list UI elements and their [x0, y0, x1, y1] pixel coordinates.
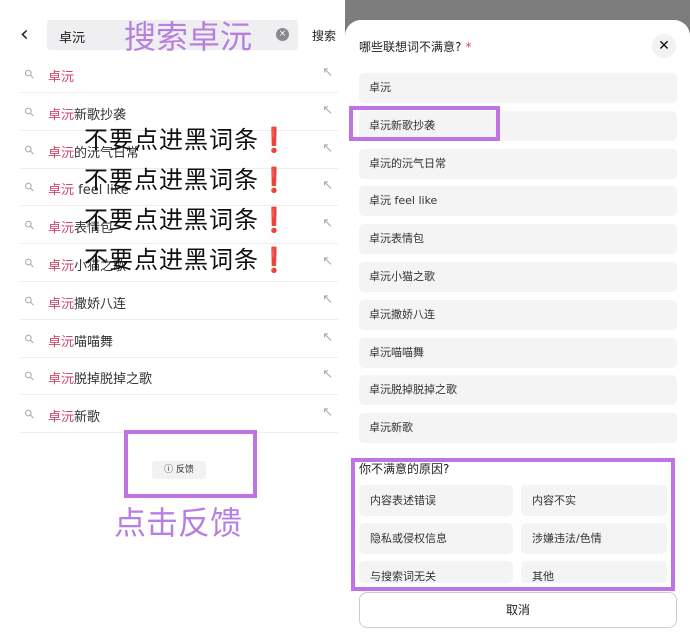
- fill-arrow-icon[interactable]: ↖: [322, 141, 333, 156]
- annotation-search-title: 搜索卓沅: [124, 18, 253, 56]
- suggestion-text: 卓沅喵喵舞: [48, 331, 113, 350]
- fill-arrow-icon[interactable]: ↖: [322, 254, 333, 269]
- suggestion-row[interactable]: ⚲ 卓沅喵喵舞 ↖: [20, 321, 338, 358]
- annotation-highlight-box: [124, 430, 257, 498]
- search-query: 卓沅: [59, 31, 86, 46]
- search-icon: ⚲: [21, 65, 38, 83]
- feedback-screen: 哪些联想词不满意? * ✕ 卓沅 卓沅新歌抄袭 卓沅的沅气日常 卓沅 feel like…: [345, 0, 690, 642]
- warning-text: 不要点进黑词条: [84, 246, 259, 274]
- exclamation-icon: ❗: [259, 166, 290, 194]
- annotation-warning: 不要点进黑词条❗: [84, 200, 290, 235]
- search-icon: ⚲: [21, 368, 38, 385]
- suggestion-option[interactable]: 卓沅新歌: [359, 413, 677, 444]
- warning-text: 不要点进黑词条: [84, 126, 259, 154]
- fill-arrow-icon[interactable]: ↖: [322, 103, 333, 118]
- fill-arrow-icon[interactable]: ↖: [322, 178, 333, 193]
- suggestion-highlight: 卓沅: [48, 183, 75, 199]
- fill-arrow-icon[interactable]: ↖: [322, 65, 333, 80]
- suggestion-option[interactable]: 卓沅 feel like: [359, 186, 677, 217]
- suggestion-row[interactable]: ⚲ 卓沅撒娇八连 ↖: [20, 283, 338, 320]
- suggestion-text: 卓沅撒娇八连: [48, 293, 126, 312]
- annotation-highlight-box: [349, 106, 500, 141]
- suggestion-highlight: 卓沅: [48, 259, 75, 274]
- search-button[interactable]: 搜索: [312, 27, 336, 44]
- suggestion-option[interactable]: 卓沅小猫之歌: [359, 262, 677, 292]
- suggestion-highlight: 卓沅: [48, 372, 75, 388]
- annotation-warning: 不要点进黑词条❗: [84, 240, 290, 275]
- annotation-click-feedback: 点击反馈: [114, 504, 243, 542]
- search-icon: ⚲: [21, 141, 38, 158]
- search-icon: ⚲: [21, 217, 38, 234]
- suggestion-highlight: 卓沅: [48, 107, 75, 123]
- suggestion-highlight: 卓沅: [48, 145, 75, 161]
- search-icon: ⚲: [21, 254, 38, 272]
- annotation-highlight-box: [351, 458, 675, 591]
- fill-arrow-icon[interactable]: ↖: [322, 367, 333, 382]
- suggestion-row[interactable]: ⚲ 卓沅脱掉脱掉之歌 ↖: [20, 358, 338, 396]
- cancel-button[interactable]: 取消: [359, 592, 677, 628]
- search-icon: ⚲: [21, 103, 38, 120]
- suggestion-option[interactable]: 卓沅撒娇八连: [359, 299, 677, 330]
- suggestion-highlight: 卓沅: [48, 410, 75, 426]
- search-screen: ‹ 卓沅 × 搜索 ⚲ 卓沅 ↖ ⚲ 卓沅新歌抄袭 ↖ ⚲ 卓沅的沅气日常 ↖ ⚲ 卓沅 feel …: [0, 0, 345, 642]
- exclamation-icon: ❗: [259, 126, 290, 154]
- suggestion-text: 卓沅新歌: [48, 406, 100, 425]
- suggestion-highlight: 卓沅: [48, 334, 75, 350]
- annotation-warning: 不要点进黑词条❗: [84, 160, 290, 195]
- suggestion-row[interactable]: ⚲ 卓沅新歌 ↖: [20, 396, 338, 434]
- suggestion-option[interactable]: 卓沅表情包: [359, 224, 677, 255]
- suggestion-option[interactable]: 卓沅的沅气日常: [359, 148, 677, 179]
- sheet-title-text: 哪些联想词不满意?: [359, 40, 462, 54]
- annotation-warning: 不要点进黑词条❗: [84, 120, 290, 155]
- search-icon: ⚲: [21, 179, 38, 196]
- suggestion-row[interactable]: ⚲ 卓沅 ↖: [20, 56, 338, 93]
- suggestion-rest: 喵喵舞: [74, 334, 114, 350]
- suggestion-rest: 撒娇八连: [74, 296, 127, 312]
- suggestion-text: 卓沅脱掉脱掉之歌: [48, 368, 152, 387]
- clear-icon[interactable]: ×: [276, 28, 289, 41]
- suggestion-highlight: 卓沅: [48, 296, 75, 312]
- back-chevron-icon[interactable]: ‹: [20, 22, 29, 47]
- search-icon: ⚲: [21, 330, 38, 347]
- warning-text: 不要点进黑词条: [84, 166, 259, 194]
- suggestion-option[interactable]: 卓沅: [359, 73, 677, 103]
- sheet-title: 哪些联想词不满意? *: [359, 38, 471, 55]
- suggestion-highlight: 卓沅: [48, 70, 75, 85]
- exclamation-icon: ❗: [259, 206, 290, 234]
- close-icon[interactable]: ✕: [652, 34, 676, 58]
- suggestion-rest: 脱掉脱掉之歌: [74, 372, 153, 388]
- suggestion-text: 卓沅: [48, 66, 74, 85]
- fill-arrow-icon[interactable]: ↖: [322, 405, 333, 420]
- suggestion-option[interactable]: 卓沅脱掉脱掉之歌: [359, 375, 677, 406]
- suggestion-option[interactable]: 卓沅喵喵舞: [359, 337, 677, 368]
- exclamation-icon: ❗: [259, 246, 290, 274]
- fill-arrow-icon[interactable]: ↖: [322, 292, 333, 307]
- search-icon: ⚲: [21, 292, 38, 309]
- fill-arrow-icon[interactable]: ↖: [322, 330, 333, 345]
- suggestion-highlight: 卓沅: [48, 221, 75, 237]
- search-icon: ⚲: [21, 406, 38, 423]
- fill-arrow-icon[interactable]: ↖: [322, 216, 333, 231]
- warning-text: 不要点进黑词条: [84, 206, 259, 234]
- required-mark: *: [465, 40, 472, 54]
- suggestion-rest: 新歌: [74, 410, 101, 426]
